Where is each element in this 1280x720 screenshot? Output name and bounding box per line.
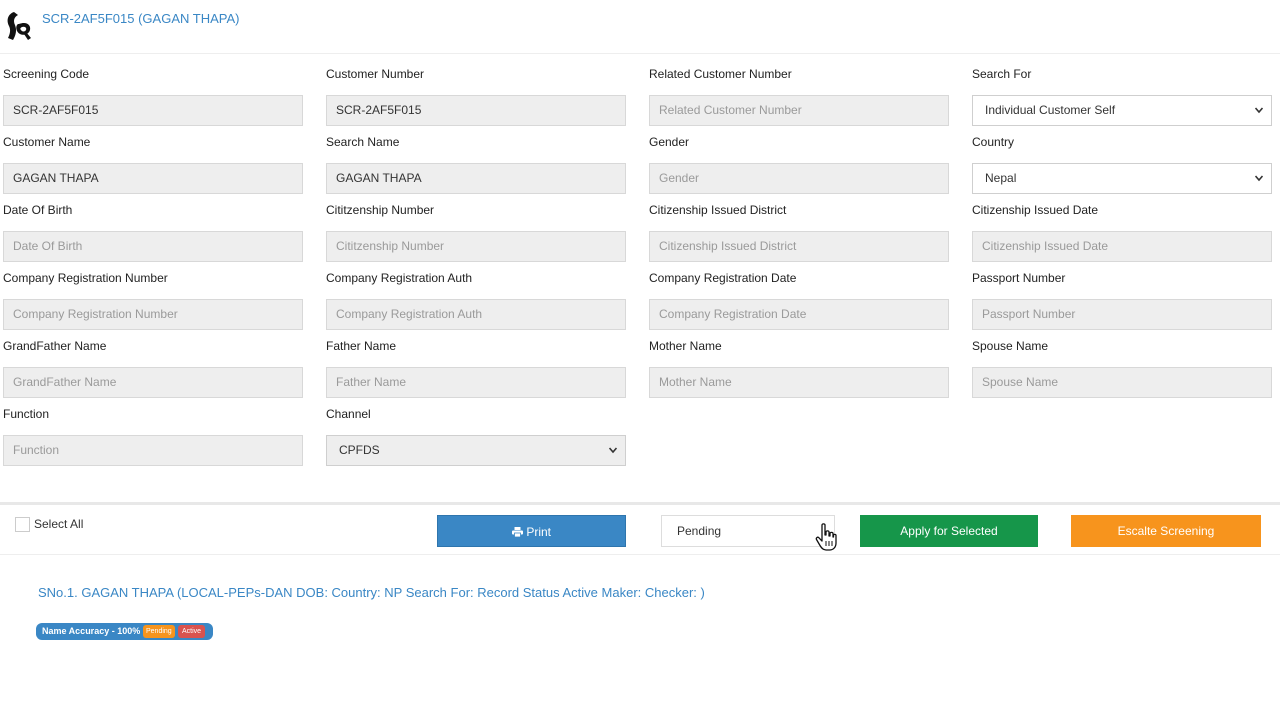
print-button[interactable]: Print	[437, 515, 626, 547]
channel-select[interactable]: CPFDS	[326, 435, 626, 466]
print-label: Print	[526, 525, 552, 539]
status-select[interactable]: Pending	[661, 515, 835, 547]
chevron-down-icon	[1255, 107, 1263, 114]
company-registration-date-label: Company Registration Date	[649, 271, 797, 285]
company-registration-number-label: Company Registration Number	[3, 271, 168, 285]
related-customer-number-field: Related Customer Number Related Customer…	[649, 66, 949, 126]
citizenship-number-input[interactable]: Cititzenship Number	[326, 231, 626, 262]
related-customer-number-label: Related Customer Number	[649, 67, 792, 81]
mother-name-field: Mother Name Mother Name	[649, 338, 949, 398]
function-label: Function	[3, 407, 50, 421]
gender-label: Gender	[649, 135, 690, 149]
search-name-label: Search Name	[326, 135, 400, 149]
channel-field: Channel CPFDS	[326, 406, 626, 466]
function-input[interactable]: Function	[3, 435, 303, 466]
citizenship-issued-district-field: Citizenship Issued District Citizenship …	[649, 202, 949, 262]
citizenship-issued-date-field: Citizenship Issued Date Citizenship Issu…	[972, 202, 1272, 262]
active-status-badge: Active	[178, 625, 206, 638]
father-name-label: Father Name	[326, 339, 397, 353]
related-customer-number-input[interactable]: Related Customer Number	[649, 95, 949, 126]
page-header: SCR-2AF5F015 (GAGAN THAPA)	[0, 0, 1280, 54]
page-title: SCR-2AF5F015 (GAGAN THAPA)	[42, 11, 240, 26]
citizenship-issued-date-input[interactable]: Citizenship Issued Date	[972, 231, 1272, 262]
citizenship-number-label: Cititzenship Number	[326, 203, 435, 217]
screening-code-field: Screening Code SCR-2AF5F015	[3, 66, 303, 126]
customer-number-input[interactable]: SCR-2AF5F015	[326, 95, 626, 126]
action-bar: Select All Print Pending Apply for Selec…	[0, 505, 1280, 555]
spouse-name-field: Spouse Name Spouse Name	[972, 338, 1272, 398]
customer-name-input[interactable]: GAGAN THAPA	[3, 163, 303, 194]
citizenship-issued-district-input[interactable]: Citizenship Issued District	[649, 231, 949, 262]
country-field: Country Nepal	[972, 134, 1272, 194]
channel-label: Channel	[326, 407, 371, 421]
customer-number-field: Customer Number SCR-2AF5F015	[326, 66, 626, 126]
grandfather-name-input[interactable]: GrandFather Name	[3, 367, 303, 398]
country-label: Country	[972, 135, 1015, 149]
function-field: Function Function	[3, 406, 303, 466]
customer-number-label: Customer Number	[326, 67, 425, 81]
country-select[interactable]: Nepal	[972, 163, 1272, 194]
spouse-name-label: Spouse Name	[972, 339, 1049, 353]
search-for-field: Search For Individual Customer Self	[972, 66, 1272, 126]
company-registration-auth-field: Company Registration Auth Company Regist…	[326, 270, 626, 330]
mother-name-input[interactable]: Mother Name	[649, 367, 949, 398]
company-registration-number-field: Company Registration Number Company Regi…	[3, 270, 303, 330]
pending-status-badge: Pending	[143, 625, 175, 638]
passport-number-field: Passport Number Passport Number	[972, 270, 1272, 330]
grandfather-name-field: GrandFather Name GrandFather Name	[3, 338, 303, 398]
date-of-birth-label: Date Of Birth	[3, 203, 73, 217]
search-for-value: Individual Customer Self	[985, 103, 1116, 117]
citizenship-issued-date-label: Citizenship Issued Date	[972, 203, 1099, 217]
name-accuracy-badge: Name Accuracy - 100% Pending Active	[36, 623, 213, 640]
hand-pointer-cursor	[815, 523, 837, 551]
apply-for-selected-button[interactable]: Apply for Selected	[860, 515, 1038, 547]
gender-input[interactable]: Gender	[649, 163, 949, 194]
company-registration-date-input[interactable]: Company Registration Date	[649, 299, 949, 330]
record-title-link[interactable]: SNo.1. GAGAN THAPA (LOCAL-PEPs-DAN DOB: …	[38, 585, 705, 600]
country-value: Nepal	[985, 171, 1017, 185]
company-registration-auth-input[interactable]: Company Registration Auth	[326, 299, 626, 330]
mother-name-label: Mother Name	[649, 339, 722, 353]
status-value: Pending	[677, 524, 722, 538]
grandfather-name-label: GrandFather Name	[3, 339, 107, 353]
spouse-name-input[interactable]: Spouse Name	[972, 367, 1272, 398]
gender-field: Gender Gender	[649, 134, 949, 194]
customer-name-field: Customer Name GAGAN THAPA	[3, 134, 303, 194]
chevron-down-icon	[609, 447, 617, 454]
screening-code-label: Screening Code	[3, 67, 90, 81]
father-name-field: Father Name Father Name	[326, 338, 626, 398]
date-of-birth-field: Date Of Birth Date Of Birth	[3, 202, 303, 262]
select-all-checkbox[interactable]	[15, 517, 30, 532]
citizenship-issued-district-label: Citizenship Issued District	[649, 203, 787, 217]
select-all-label[interactable]: Select All	[34, 517, 83, 531]
name-accuracy-text: Name Accuracy - 100%	[42, 626, 141, 636]
search-name-field: Search Name GAGAN THAPA	[326, 134, 626, 194]
chevron-down-icon	[1255, 175, 1263, 182]
escalate-screening-button[interactable]: Escalte Screening	[1071, 515, 1261, 547]
father-name-input[interactable]: Father Name	[326, 367, 626, 398]
channel-value: CPFDS	[339, 443, 380, 457]
company-registration-auth-label: Company Registration Auth	[326, 271, 473, 285]
search-name-input[interactable]: GAGAN THAPA	[326, 163, 626, 194]
brand-logo-icon	[7, 12, 31, 40]
customer-name-label: Customer Name	[3, 135, 91, 149]
company-registration-date-field: Company Registration Date Company Regist…	[649, 270, 949, 330]
screening-code-input[interactable]: SCR-2AF5F015	[3, 95, 303, 126]
citizenship-number-field: Cititzenship Number Cititzenship Number	[326, 202, 626, 262]
search-for-label: Search For	[972, 67, 1032, 81]
passport-number-input[interactable]: Passport Number	[972, 299, 1272, 330]
company-registration-number-input[interactable]: Company Registration Number	[3, 299, 303, 330]
passport-number-label: Passport Number	[972, 271, 1066, 285]
search-for-select[interactable]: Individual Customer Self	[972, 95, 1272, 126]
printer-icon	[511, 527, 523, 538]
date-of-birth-input[interactable]: Date Of Birth	[3, 231, 303, 262]
